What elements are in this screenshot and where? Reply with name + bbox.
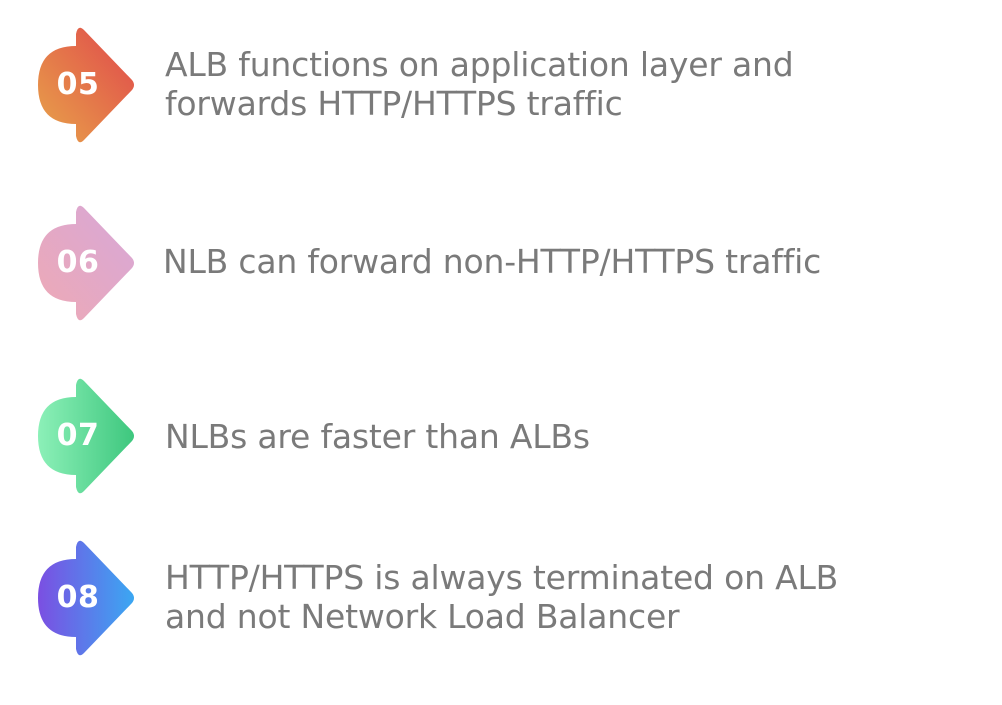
item-text-line: forwards HTTP/HTTPS traffic [165,84,623,123]
badge-number: 08 [56,580,100,615]
arrow-badge-06: 06 [38,205,136,321]
arrow-badge-08: 08 [38,540,136,656]
item-text-line: ALB functions on application layer and [165,45,794,84]
item-text: NLB can forward non-HTTP/HTTPS traffic [163,242,821,281]
item-text-line: NLBs are faster than ALBs [165,417,590,456]
item-text-line: and not Network Load Balancer [165,597,680,636]
arrow-badge-07: 07 [38,378,136,494]
badge-number: 06 [56,245,100,280]
item-text: HTTP/HTTPS is always terminated on ALB a… [165,558,838,636]
slide: { "items": [ { "number": "05", "lines": … [0,0,1002,705]
item-text-line: NLB can forward non-HTTP/HTTPS traffic [163,242,822,281]
item-text-line: HTTP/HTTPS is always terminated on ALB [165,558,839,597]
badge-number: 05 [56,67,100,102]
item-text: ALB functions on application layer and f… [165,45,794,123]
arrow-badge-05: 05 [38,27,136,143]
item-text: NLBs are faster than ALBs [165,417,590,456]
badge-number: 07 [56,418,100,453]
